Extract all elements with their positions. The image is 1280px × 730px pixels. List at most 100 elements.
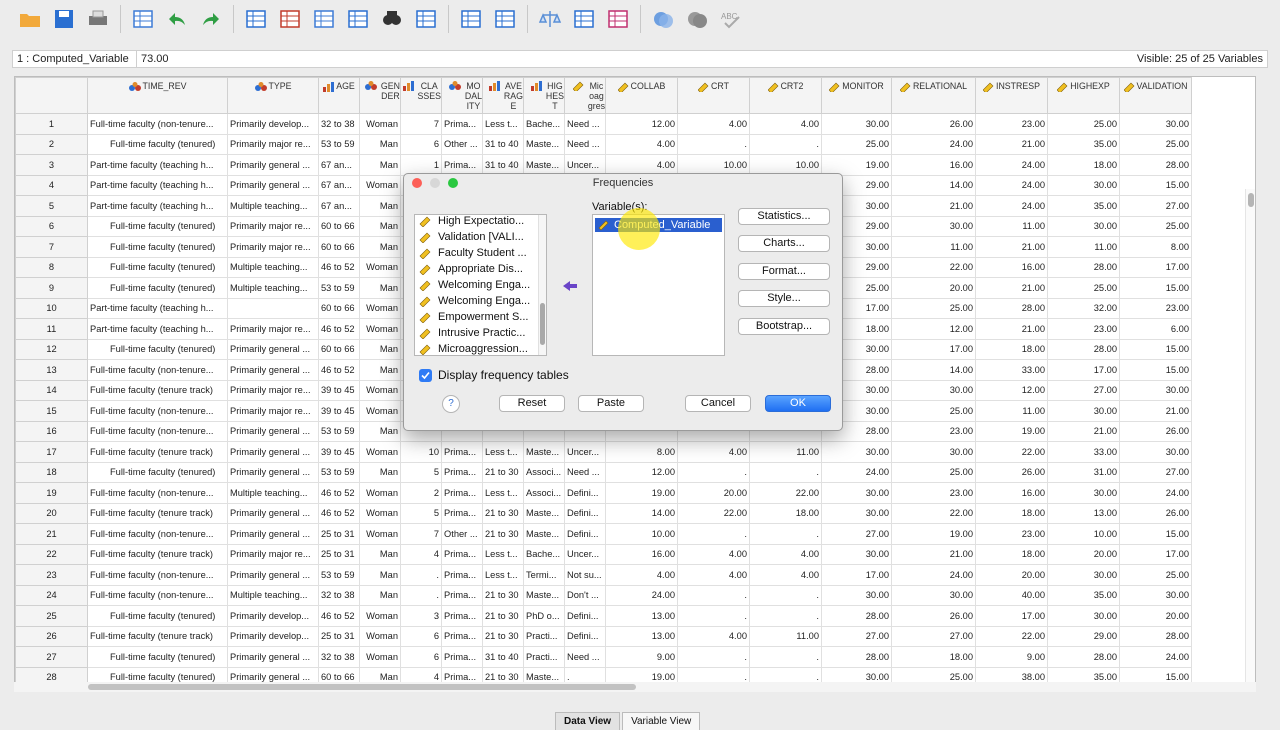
data-cell[interactable]: 19.00 — [821, 154, 892, 176]
column-header[interactable]: HIGHEXP — [1047, 77, 1120, 114]
data-cell[interactable]: Primarily general ... — [227, 338, 319, 360]
goto-case-button[interactable] — [242, 5, 270, 33]
data-cell[interactable]: Uncer... — [564, 441, 606, 463]
data-cell[interactable]: . — [400, 584, 442, 606]
data-cell[interactable]: Part-time faculty (teaching h... — [87, 174, 228, 196]
row-number[interactable]: 16 — [15, 420, 88, 442]
data-cell[interactable]: 4.00 — [677, 441, 750, 463]
data-cell[interactable]: Part-time faculty (teaching h... — [87, 318, 228, 340]
data-cell[interactable]: Full-time faculty (non-tenure... — [87, 359, 228, 381]
data-cell[interactable]: . — [749, 523, 822, 545]
data-cell[interactable]: 10 — [400, 441, 442, 463]
data-cell[interactable]: 53 to 59 — [318, 277, 360, 299]
data-cell[interactable]: 22.00 — [677, 502, 750, 524]
data-cell[interactable]: 12.00 — [975, 379, 1048, 401]
data-cell[interactable]: 23.00 — [891, 420, 976, 442]
data-cell[interactable]: 28.00 — [975, 297, 1048, 319]
data-cell[interactable]: 19.00 — [975, 420, 1048, 442]
data-cell[interactable]: Prima... — [441, 646, 483, 668]
data-cell[interactable]: Not su... — [564, 564, 606, 586]
data-cell[interactable]: Man — [359, 133, 401, 155]
spell-check-button[interactable]: ABC — [717, 5, 745, 33]
row-number[interactable]: 3 — [15, 154, 88, 176]
data-cell[interactable]: 25.00 — [891, 461, 976, 483]
data-cell[interactable]: Associ... — [523, 482, 565, 504]
row-number[interactable]: 9 — [15, 277, 88, 299]
data-cell[interactable]: Full-time faculty (non-tenure... — [87, 420, 228, 442]
vertical-scroll-thumb[interactable] — [1248, 193, 1254, 207]
row-number[interactable]: 4 — [15, 174, 88, 196]
data-cell[interactable]: . — [749, 133, 822, 155]
row-number[interactable]: 18 — [15, 461, 88, 483]
data-cell[interactable]: 17.00 — [891, 338, 976, 360]
data-cell[interactable]: 21 to 30 — [482, 523, 524, 545]
data-cell[interactable]: 29.00 — [1047, 625, 1120, 647]
row-number[interactable]: 26 — [15, 625, 88, 647]
data-cell[interactable]: 4.00 — [605, 564, 678, 586]
data-cell[interactable]: 30.00 — [891, 379, 976, 401]
data-cell[interactable]: 39 to 45 — [318, 441, 360, 463]
data-cell[interactable]: 46 to 52 — [318, 256, 360, 278]
data-cell[interactable]: 24.00 — [1119, 482, 1192, 504]
data-cell[interactable]: 15.00 — [1119, 359, 1192, 381]
data-cell[interactable]: Woman — [359, 605, 401, 627]
minimize-window-button[interactable] — [430, 178, 440, 188]
data-cell[interactable]: Need ... — [564, 133, 606, 155]
data-cell[interactable]: Full-time faculty (tenured) — [87, 236, 228, 258]
data-cell[interactable]: PhD o... — [523, 605, 565, 627]
run-descriptives-button[interactable] — [344, 5, 372, 33]
row-number[interactable]: 1 — [15, 113, 88, 135]
data-cell[interactable]: Man — [359, 195, 401, 217]
data-cell[interactable]: Bache... — [523, 113, 565, 135]
data-cell[interactable]: Primarily major re... — [227, 379, 319, 401]
column-header[interactable]: MO DAL ITY — [441, 77, 483, 114]
row-number[interactable]: 20 — [15, 502, 88, 524]
data-cell[interactable]: 21 to 30 — [482, 584, 524, 606]
redo-button[interactable] — [197, 5, 225, 33]
column-header[interactable]: MONITOR — [821, 77, 892, 114]
source-variable-item[interactable]: High Expectatio... — [415, 215, 546, 229]
data-cell[interactable]: Full-time faculty (tenure track) — [87, 379, 228, 401]
show-all-variables-button[interactable] — [683, 5, 711, 33]
data-cell[interactable]: 23.00 — [975, 523, 1048, 545]
print-button[interactable] — [84, 5, 112, 33]
data-cell[interactable]: Prima... — [441, 502, 483, 524]
data-cell[interactable]: 13.00 — [605, 625, 678, 647]
select-cases-button[interactable] — [570, 5, 598, 33]
data-cell[interactable]: 25.00 — [1119, 564, 1192, 586]
data-cell[interactable]: 28.00 — [1047, 646, 1120, 668]
data-cell[interactable]: 28.00 — [821, 605, 892, 627]
data-cell[interactable]: Less t... — [482, 441, 524, 463]
data-cell[interactable]: Full-time faculty (tenured) — [87, 646, 228, 668]
zoom-window-button[interactable] — [448, 178, 458, 188]
grid-corner-cell[interactable] — [15, 77, 88, 114]
data-cell[interactable]: 25.00 — [1047, 113, 1120, 135]
data-cell[interactable]: 30.00 — [1047, 174, 1120, 196]
data-cell[interactable]: Woman — [359, 482, 401, 504]
row-number[interactable]: 8 — [15, 256, 88, 278]
data-cell[interactable]: Primarily major re... — [227, 236, 319, 258]
data-cell[interactable]: 21.00 — [891, 543, 976, 565]
data-cell[interactable]: 22.00 — [975, 441, 1048, 463]
data-cell[interactable]: Full-time faculty (tenured) — [87, 338, 228, 360]
data-cell[interactable]: Prima... — [441, 482, 483, 504]
column-header[interactable]: HIG HES T — [523, 77, 565, 114]
data-cell[interactable]: 11.00 — [975, 400, 1048, 422]
data-cell[interactable]: 35.00 — [1047, 195, 1120, 217]
data-cell[interactable]: 8.00 — [605, 441, 678, 463]
row-number[interactable]: 6 — [15, 215, 88, 237]
data-cell[interactable]: 32 to 38 — [318, 646, 360, 668]
data-cell[interactable]: 11.00 — [749, 441, 822, 463]
data-cell[interactable]: 6.00 — [1119, 318, 1192, 340]
data-cell[interactable]: 53 to 59 — [318, 133, 360, 155]
row-number[interactable]: 5 — [15, 195, 88, 217]
data-cell[interactable]: 23.00 — [975, 113, 1048, 135]
data-cell[interactable]: 17.00 — [1119, 543, 1192, 565]
data-cell[interactable]: 30.00 — [1047, 564, 1120, 586]
data-cell[interactable]: Full-time faculty (tenure track) — [87, 502, 228, 524]
data-cell[interactable]: 17.00 — [1119, 256, 1192, 278]
data-cell[interactable]: 39 to 45 — [318, 379, 360, 401]
data-cell[interactable]: 33.00 — [1047, 441, 1120, 463]
data-cell[interactable]: Woman — [359, 318, 401, 340]
tab-variable-view[interactable]: Variable View — [622, 712, 701, 730]
